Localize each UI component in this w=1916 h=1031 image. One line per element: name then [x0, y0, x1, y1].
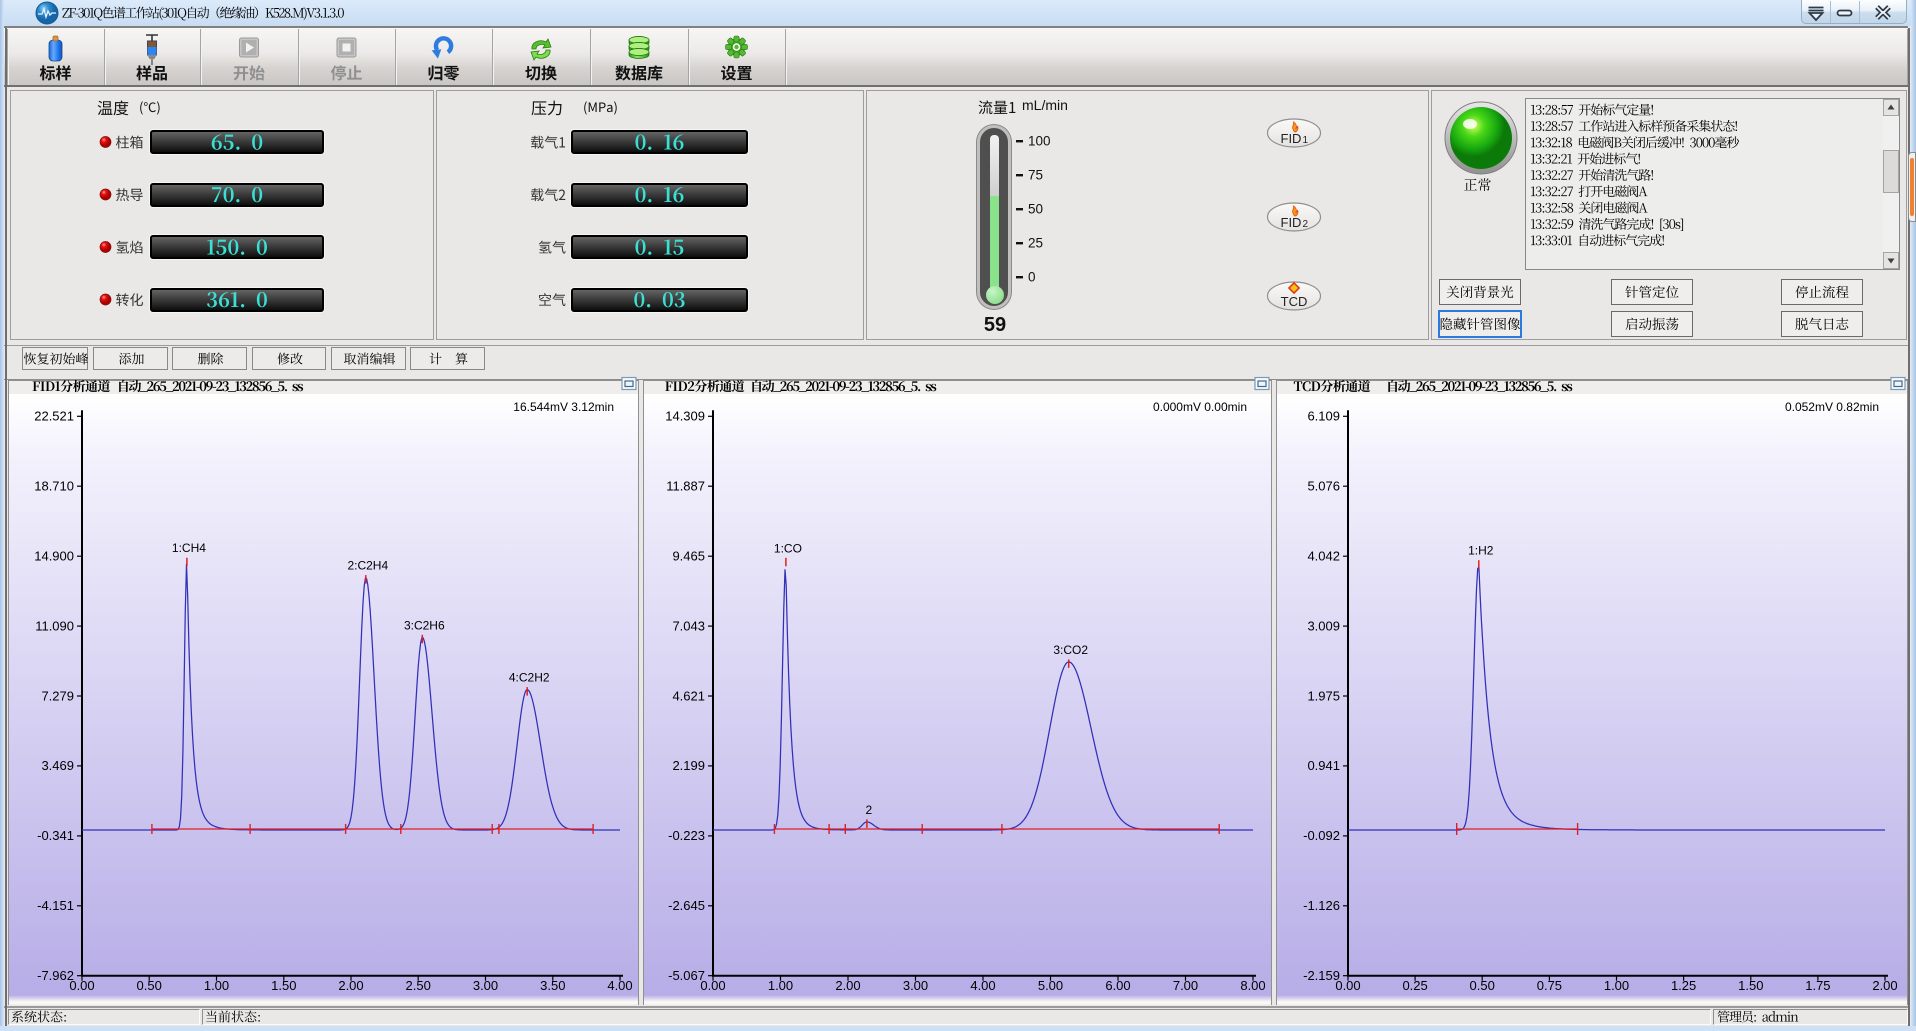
svg-text:5.00: 5.00: [1038, 978, 1063, 993]
svg-text:3.00: 3.00: [473, 978, 498, 993]
svg-text:-4.151: -4.151: [37, 898, 74, 913]
svg-text:4.00: 4.00: [607, 978, 632, 993]
svg-text:0.941: 0.941: [1307, 758, 1340, 773]
svg-text:0.00: 0.00: [1335, 978, 1360, 993]
svg-text:2.00: 2.00: [835, 978, 860, 993]
svg-text:4.621: 4.621: [672, 688, 705, 703]
svg-text:25: 25: [1028, 236, 1043, 251]
svg-text:1.975: 1.975: [1307, 688, 1340, 703]
svg-text:1:CH4: 1:CH4: [172, 541, 206, 555]
svg-text:2.00: 2.00: [338, 978, 363, 993]
svg-text:16.544mV 3.12min: 16.544mV 3.12min: [513, 400, 614, 414]
svg-text:1.75: 1.75: [1805, 978, 1830, 993]
svg-text:3.00: 3.00: [903, 978, 928, 993]
svg-text:1.00: 1.00: [768, 978, 793, 993]
svg-text:5.076: 5.076: [1307, 479, 1340, 494]
svg-text:-2.645: -2.645: [668, 898, 705, 913]
svg-text:9.465: 9.465: [672, 549, 705, 564]
svg-text:0.052mV 0.82min: 0.052mV 0.82min: [1785, 400, 1879, 414]
svg-text:1:H2: 1:H2: [1468, 544, 1494, 558]
svg-text:100: 100: [1028, 134, 1051, 149]
svg-text:1.50: 1.50: [1738, 978, 1763, 993]
svg-text:-0.092: -0.092: [1303, 828, 1340, 843]
svg-text:11.090: 11.090: [35, 618, 74, 633]
svg-text:4.00: 4.00: [970, 978, 995, 993]
svg-text:0.50: 0.50: [137, 978, 162, 993]
svg-text:3:CO2: 3:CO2: [1053, 643, 1088, 657]
svg-text:1: 1: [1303, 135, 1309, 146]
svg-text:FID: FID: [1281, 131, 1302, 146]
svg-text:4.042: 4.042: [1307, 549, 1340, 564]
svg-text:-1.126: -1.126: [1303, 898, 1340, 913]
svg-text:18.710: 18.710: [34, 479, 74, 494]
svg-text:0.50: 0.50: [1470, 978, 1495, 993]
svg-text:7.279: 7.279: [41, 688, 74, 703]
svg-text:11.887: 11.887: [666, 479, 705, 494]
svg-text:0: 0: [1028, 270, 1036, 285]
svg-text:0.25: 0.25: [1402, 978, 1427, 993]
svg-text:59: 59: [984, 314, 1006, 336]
svg-text:1.50: 1.50: [271, 978, 296, 993]
svg-text:3.469: 3.469: [41, 758, 74, 773]
svg-text:75: 75: [1028, 168, 1043, 183]
svg-text:1:CO: 1:CO: [774, 541, 802, 555]
svg-text:FID: FID: [1281, 215, 1302, 230]
svg-text:-0.341: -0.341: [37, 828, 74, 843]
svg-text:4:C2H2: 4:C2H2: [509, 671, 550, 685]
svg-text:2:C2H4: 2:C2H4: [347, 559, 388, 573]
svg-text:-0.223: -0.223: [668, 828, 705, 843]
svg-text:3.009: 3.009: [1307, 618, 1340, 633]
svg-text:1.00: 1.00: [204, 978, 229, 993]
svg-text:2.199: 2.199: [672, 758, 705, 773]
svg-text:0.00: 0.00: [700, 978, 725, 993]
svg-text:8.00: 8.00: [1240, 978, 1265, 993]
svg-text:2.50: 2.50: [406, 978, 431, 993]
svg-text:3:C2H6: 3:C2H6: [404, 618, 445, 632]
svg-text:22.521: 22.521: [34, 409, 74, 424]
svg-text:1.00: 1.00: [1604, 978, 1629, 993]
svg-text:14.309: 14.309: [665, 409, 705, 424]
svg-text:6.00: 6.00: [1105, 978, 1130, 993]
svg-text:0.75: 0.75: [1537, 978, 1562, 993]
svg-text:0.00: 0.00: [69, 978, 94, 993]
svg-text:50: 50: [1028, 202, 1043, 217]
svg-text:2.00: 2.00: [1872, 978, 1897, 993]
svg-text:6.109: 6.109: [1307, 409, 1340, 424]
svg-text:2: 2: [1303, 219, 1309, 230]
svg-text:TCD: TCD: [1281, 294, 1308, 309]
svg-text:7.043: 7.043: [672, 618, 705, 633]
svg-text:3.50: 3.50: [540, 978, 565, 993]
svg-text:7.00: 7.00: [1173, 978, 1198, 993]
svg-text:mL/min: mL/min: [1022, 97, 1068, 113]
svg-text:2: 2: [866, 803, 873, 817]
svg-text:14.900: 14.900: [34, 549, 74, 564]
svg-text:1.25: 1.25: [1671, 978, 1696, 993]
svg-text:0.000mV 0.00min: 0.000mV 0.00min: [1153, 400, 1247, 414]
